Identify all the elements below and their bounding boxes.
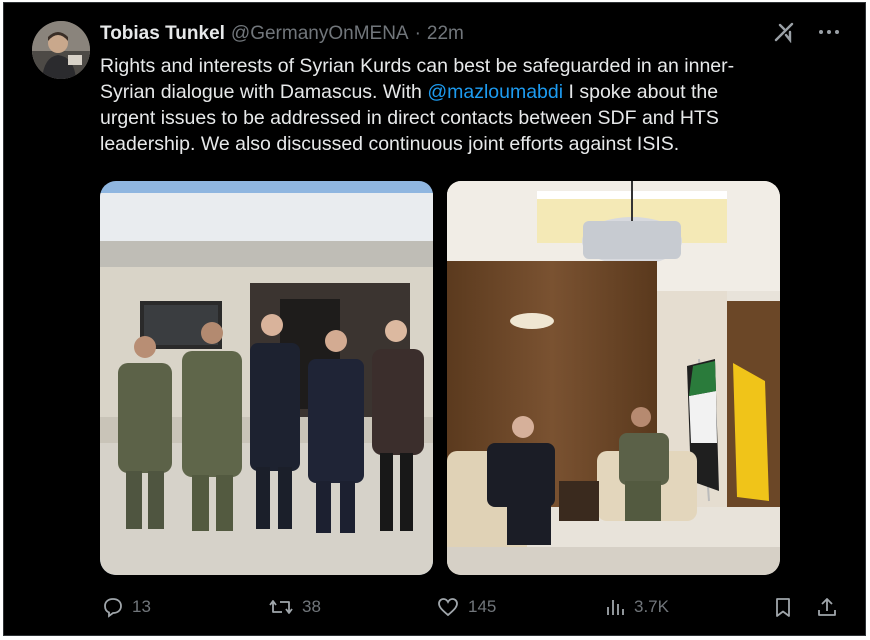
bookmark-icon: [772, 596, 794, 618]
views-button[interactable]: 3.7K: [604, 596, 669, 618]
avatar[interactable]: [32, 21, 90, 79]
grok-icon[interactable]: [773, 21, 795, 48]
media-grid: [100, 181, 780, 575]
photo-meeting-indoor[interactable]: [447, 181, 780, 575]
mention-link[interactable]: @mazloumabdi: [427, 81, 563, 103]
share-icon: [816, 596, 838, 618]
views-icon: [604, 596, 626, 618]
author-name[interactable]: Tobias Tunkel: [100, 23, 225, 45]
repost-icon: [268, 596, 294, 618]
like-button[interactable]: 145: [436, 596, 496, 618]
repost-count: 38: [302, 597, 321, 616]
tweet-header: Tobias Tunkel @GermanyOnMENA · 22m: [100, 23, 464, 49]
top-icons: [773, 21, 841, 48]
action-bar: 13 38 145 3.7K: [100, 591, 840, 623]
like-count: 145: [468, 597, 497, 616]
views-count: 3.7K: [634, 597, 669, 616]
reply-icon: [102, 596, 124, 618]
more-icon[interactable]: [817, 21, 841, 48]
tweet-text: Rights and interests of Syrian Kurds can…: [100, 53, 820, 157]
repost-button[interactable]: 38: [268, 596, 321, 618]
separator: ·: [414, 23, 421, 44]
reply-button[interactable]: 13: [102, 596, 151, 618]
timestamp[interactable]: 22m: [427, 23, 464, 45]
share-button[interactable]: [816, 596, 838, 618]
tweet-card[interactable]: Tobias Tunkel @GermanyOnMENA · 22m Right…: [3, 2, 866, 636]
bookmark-button[interactable]: [772, 596, 794, 618]
like-icon: [436, 596, 460, 618]
author-handle[interactable]: @GermanyOnMENA: [231, 23, 409, 45]
photo-group-outdoor[interactable]: [100, 181, 433, 575]
reply-count: 13: [132, 597, 151, 616]
